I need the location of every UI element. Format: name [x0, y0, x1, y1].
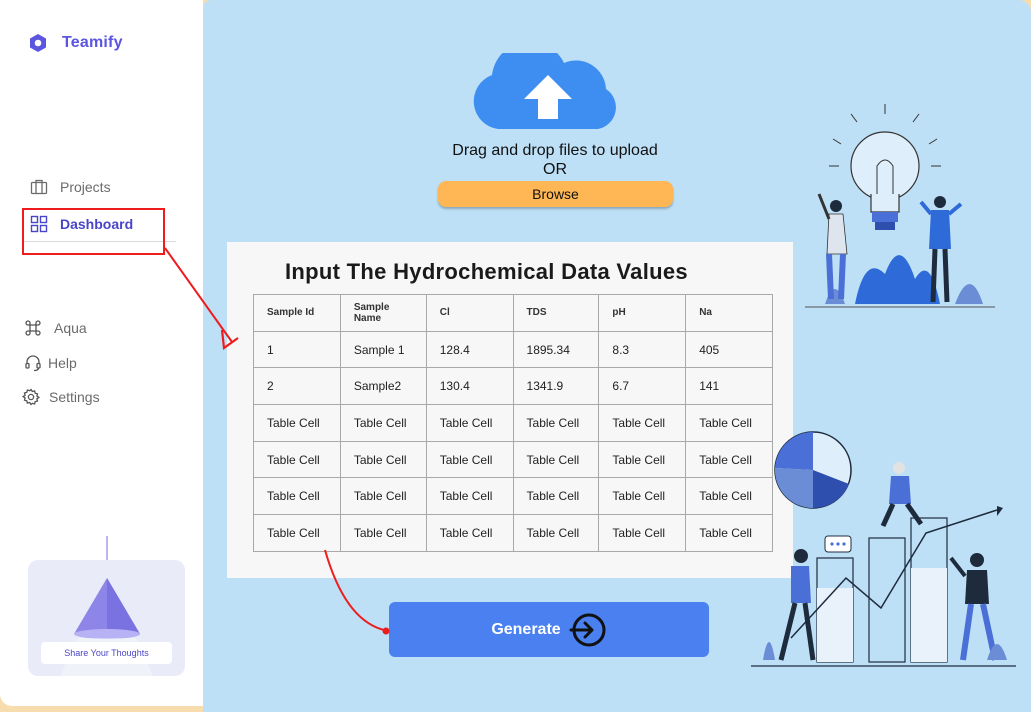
table-cell[interactable]: Table Cell	[339, 477, 427, 516]
cloud-upload-icon	[473, 53, 616, 129]
column-header: Sample Name	[339, 294, 427, 332]
table-cell[interactable]: 2	[253, 367, 341, 406]
upload-or: OR	[543, 161, 567, 178]
table-row: Table Cell Table Cell Table Cell Table C…	[253, 514, 773, 552]
generate-button[interactable]: Generate	[389, 602, 709, 657]
table-header-row: Sample Id Sample Name Cl TDS pH Na	[253, 294, 773, 332]
table-cell[interactable]: 6.7	[598, 367, 687, 406]
hexagon-logo-icon	[30, 34, 46, 52]
table-cell[interactable]: 1895.34	[512, 330, 600, 369]
sidebar-item-settings[interactable]: Settings	[22, 388, 100, 406]
table-row: 2 Sample2 130.4 1341.9 6.7 141	[253, 367, 773, 406]
table-cell[interactable]: Table Cell	[598, 404, 687, 442]
column-header: Sample Id	[253, 294, 341, 332]
brand[interactable]: Teamify	[28, 33, 123, 53]
table-cell[interactable]: Sample2	[339, 367, 427, 406]
table-cell[interactable]: Table Cell	[253, 404, 341, 442]
brand-name: Teamify	[62, 34, 123, 51]
sidebar-item-label: Help	[48, 355, 77, 371]
table-cell[interactable]: 141	[685, 367, 773, 406]
table-cell[interactable]: Table Cell	[598, 477, 687, 516]
feedback-promo-card: Share Your Thoughts	[28, 560, 185, 676]
table-cell[interactable]: Table Cell	[598, 514, 687, 552]
table-cell[interactable]: Table Cell	[253, 514, 341, 552]
table-cell[interactable]: Table Cell	[598, 440, 687, 479]
lightbulb-team-illustration	[805, 104, 995, 308]
upload-instructions: Drag and drop files to upload OR	[433, 141, 677, 179]
sidebar-item-projects[interactable]: Projects	[30, 178, 111, 196]
table-cell[interactable]: 405	[685, 330, 773, 369]
sidebar-item-label: Projects	[60, 179, 111, 195]
table-cell[interactable]: 8.3	[598, 330, 687, 369]
table-cell[interactable]: Table Cell	[253, 477, 341, 516]
table-row: Table Cell Table Cell Table Cell Table C…	[253, 440, 773, 479]
table-cell[interactable]: Table Cell	[425, 404, 514, 442]
sidebar-item-label: Settings	[49, 389, 100, 405]
sidebar-item-label: Aqua	[54, 320, 87, 336]
briefcase-icon	[30, 179, 48, 195]
table-cell[interactable]: 1341.9	[512, 367, 600, 406]
table-cell[interactable]: Table Cell	[425, 440, 514, 479]
headset-icon	[25, 355, 41, 372]
column-header: Cl	[425, 294, 514, 332]
table-cell[interactable]: Table Cell	[512, 404, 600, 442]
column-header: TDS	[512, 294, 600, 332]
table-cell[interactable]: Table Cell	[253, 440, 341, 479]
table-cell[interactable]: 1	[253, 330, 341, 369]
column-header: Na	[685, 294, 773, 332]
table-cell[interactable]: Table Cell	[512, 477, 600, 516]
analytics-team-illustration	[751, 431, 1016, 667]
column-header: pH	[598, 294, 687, 332]
browse-button[interactable]: Browse	[438, 181, 673, 207]
sidebar-item-help[interactable]: Help	[24, 354, 77, 372]
table-cell[interactable]: Table Cell	[512, 440, 600, 479]
command-icon	[25, 320, 41, 336]
table-cell[interactable]: Table Cell	[512, 514, 600, 552]
dashboard-annotation-box	[22, 208, 165, 255]
generate-label: Generate	[491, 620, 561, 638]
upload-line: Drag and drop files to upload	[452, 142, 658, 159]
data-table: Sample Id Sample Name Cl TDS pH Na 1 Sam…	[253, 294, 773, 552]
table-cell[interactable]: 128.4	[425, 330, 514, 369]
table-row: Table Cell Table Cell Table Cell Table C…	[253, 477, 773, 516]
sidebar-item-aqua[interactable]: Aqua	[24, 319, 87, 337]
table-cell[interactable]: Sample 1	[339, 330, 427, 369]
table-cell[interactable]: Table Cell	[339, 404, 427, 442]
table-cell[interactable]: Table Cell	[425, 477, 514, 516]
sidebar: Teamify Projects Dashboard Aqua Help Set…	[0, 0, 203, 706]
share-thoughts-button[interactable]: Share Your Thoughts	[41, 642, 172, 664]
table-row: 1 Sample 1 128.4 1895.34 8.3 405	[253, 330, 773, 369]
card-title: Input The Hydrochemical Data Values	[285, 259, 688, 284]
table-cell[interactable]: Table Cell	[425, 514, 514, 552]
table-cell[interactable]: Table Cell	[339, 440, 427, 479]
arrow-into-circle-icon	[569, 613, 606, 646]
gear-icon	[22, 388, 40, 406]
table-row: Table Cell Table Cell Table Cell Table C…	[253, 404, 773, 442]
table-cell[interactable]: Table Cell	[339, 514, 427, 552]
table-cell[interactable]: 130.4	[425, 367, 514, 406]
main-content: Drag and drop files to upload OR Browse …	[203, 0, 1031, 712]
hydrochemical-data-card: Input The Hydrochemical Data Values Samp…	[227, 242, 793, 578]
